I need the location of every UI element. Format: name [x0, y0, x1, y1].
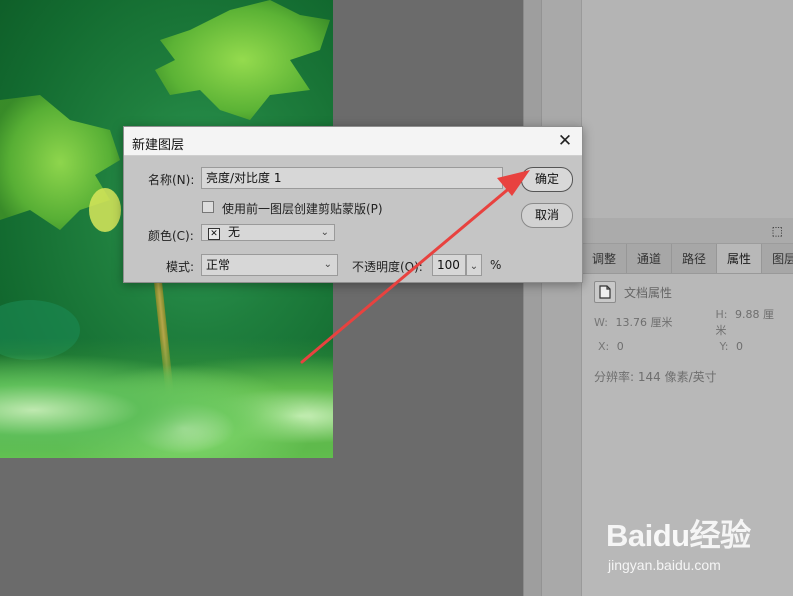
panel-dock-strip: [541, 0, 581, 596]
color-label: 颜色(C):: [148, 229, 194, 243]
baidu-watermark: Baidu经验 jingyan.baidu.com: [606, 510, 751, 573]
tab-properties[interactable]: 属性: [717, 244, 763, 273]
y-prop: Y: 0: [688, 340, 782, 353]
y-label: Y:: [719, 339, 729, 353]
upper-panel-area: [581, 0, 793, 218]
panel-tab-bar: 调整 通道 路径 属性 图层: [582, 244, 793, 274]
y-value[interactable]: 0: [736, 340, 743, 353]
doc-properties-header: 文档属性: [582, 274, 793, 310]
doc-properties-label: 文档属性: [624, 285, 673, 300]
opacity-unit: %: [490, 258, 502, 272]
baidu-logo: Baidu经验: [606, 518, 751, 553]
tab-adjustments[interactable]: 调整: [582, 244, 628, 273]
clip-mask-label: 使用前一图层创建剪贴蒙版(P): [222, 202, 383, 216]
mode-value: 正常: [206, 258, 231, 272]
tab-paths[interactable]: 路径: [672, 244, 718, 273]
x-label: X:: [598, 339, 610, 353]
close-icon[interactable]: ✕: [554, 130, 576, 152]
width-label: W:: [594, 316, 608, 329]
opacity-input[interactable]: 100: [432, 254, 466, 276]
chevron-down-icon: ⌄: [469, 261, 479, 272]
size-row: W: 13.76 厘米 H: 9.88 厘米: [582, 308, 793, 337]
chevron-down-icon: ⌄: [320, 227, 329, 238]
no-color-icon: ✕: [208, 228, 220, 240]
x-value[interactable]: 0: [617, 340, 624, 353]
dialog-title: 新建图层: [132, 138, 185, 153]
tab-layers[interactable]: 图层: [762, 244, 793, 273]
panel-header: ⬚: [582, 218, 793, 244]
panel-gutter: [523, 0, 541, 596]
new-layer-dialog: 新建图层 ✕ 名称(N): 亮度/对比度 1 使用前一图层创建剪贴蒙版(P) 颜…: [123, 126, 583, 283]
color-value: 无: [228, 225, 241, 239]
color-select[interactable]: ✕ 无 ⌄: [201, 224, 335, 241]
opacity-dropdown[interactable]: ⌄: [466, 254, 482, 276]
cancel-button[interactable]: 取消: [521, 203, 573, 228]
grass-foreground: [0, 338, 333, 458]
width-value[interactable]: 13.76 厘米: [615, 316, 672, 329]
watermark-url: jingyan.baidu.com: [608, 557, 721, 573]
height-prop: H: 9.88 厘米: [688, 306, 782, 338]
document-icon: [594, 281, 616, 303]
ok-button[interactable]: 确定: [521, 167, 573, 192]
chevron-down-icon: ⌄: [323, 259, 332, 270]
mode-label: 模式:: [166, 260, 195, 274]
panel-expand-icon[interactable]: ⬚: [772, 224, 783, 238]
name-label: 名称(N):: [148, 173, 195, 187]
opacity-label: 不透明度(O):: [352, 260, 423, 274]
blend-mode-select[interactable]: 正常 ⌄: [201, 254, 338, 276]
tab-channels[interactable]: 通道: [627, 244, 673, 273]
height-label: H:: [715, 308, 728, 321]
clip-mask-checkbox[interactable]: [202, 201, 214, 213]
x-prop: X: 0: [594, 340, 688, 353]
dialog-titlebar: 新建图层 ✕: [124, 127, 582, 156]
resolution-text: 分辨率: 144 像素/英寸: [594, 370, 717, 384]
layer-name-input[interactable]: 亮度/对比度 1: [201, 167, 503, 189]
width-prop: W: 13.76 厘米: [594, 314, 688, 330]
